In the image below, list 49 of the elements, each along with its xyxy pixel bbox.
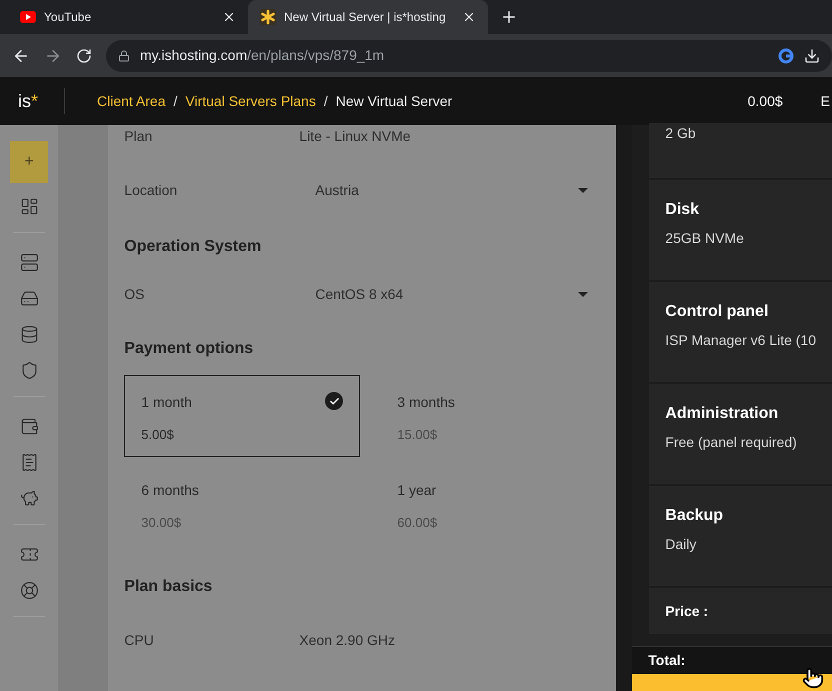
select-field[interactable]: CentOS 8 x64 <box>299 284 616 304</box>
period-label: 6 months <box>141 481 199 500</box>
card-title: Administration <box>665 404 780 424</box>
field-value: Xeon 2.90 GHz <box>299 630 396 650</box>
tab-title: New Virtual Server | is*hosting <box>284 9 447 26</box>
menu-item[interactable]: E <box>820 90 830 112</box>
payment-option[interactable]: 1 year 60.00$ <box>380 463 616 545</box>
field-value: Lite - Linux NVMe <box>299 126 411 146</box>
card-title: Control panel <box>665 302 770 322</box>
tab-title: YouTube <box>44 9 92 26</box>
section-heading: Operation System <box>124 237 262 257</box>
period-label: 1 year <box>397 481 436 500</box>
url-text: my.ishosting.com/en/plans/vps/879_1m <box>140 46 386 65</box>
breadcrumb-separator: / <box>324 92 328 110</box>
breadcrumb-link[interactable]: Virtual Servers Plans <box>185 90 316 112</box>
balance[interactable]: 0.00$ <box>748 90 783 112</box>
add-button[interactable]: + <box>10 141 48 183</box>
card-value: Daily <box>665 535 698 554</box>
breadcrumb-link[interactable]: Client Area <box>97 90 166 112</box>
card-value: 2 Gb <box>665 124 697 143</box>
browser-tab[interactable]: YouTube <box>8 0 248 34</box>
logo[interactable]: is* <box>18 88 64 114</box>
price-label: Price : <box>665 602 708 620</box>
card-title: Disk <box>665 200 700 220</box>
section-heading: Payment options <box>124 339 254 359</box>
section-heading: Plan basics <box>124 577 214 597</box>
period-label: 3 months <box>397 393 455 412</box>
card-title: Backup <box>665 506 724 526</box>
price-label: 60.00$ <box>397 514 438 532</box>
payment-option[interactable]: 1 month 5.00$ <box>124 375 360 457</box>
card-value: Free (panel required) <box>665 433 798 452</box>
breadcrumb-separator: / <box>173 92 178 110</box>
price-label: 15.00$ <box>397 426 438 444</box>
select-field[interactable]: Austria <box>299 180 616 200</box>
field-label: OS <box>124 284 146 304</box>
browser-tab[interactable]: New Virtual Server | is*hosting <box>248 0 488 34</box>
field-label: Location <box>124 180 178 200</box>
address-bar[interactable]: my.ishosting.com/en/plans/vps/879_1m <box>106 40 832 72</box>
total-label: Total: <box>648 650 686 670</box>
payment-option[interactable]: 3 months 15.00$ <box>380 375 616 457</box>
price-label: 30.00$ <box>141 514 182 532</box>
card-value: ISP Manager v6 Lite (10 <box>665 331 816 350</box>
breadcrumb-current: New Virtual Server <box>336 92 452 110</box>
card-value: 25GB NVMe <box>665 229 745 248</box>
period-label: 1 month <box>141 393 192 412</box>
field-label: Plan <box>124 126 154 146</box>
payment-option[interactable]: 6 months 30.00$ <box>124 463 360 545</box>
field-label: CPU <box>124 630 155 650</box>
price-label: 5.00$ <box>141 426 174 444</box>
